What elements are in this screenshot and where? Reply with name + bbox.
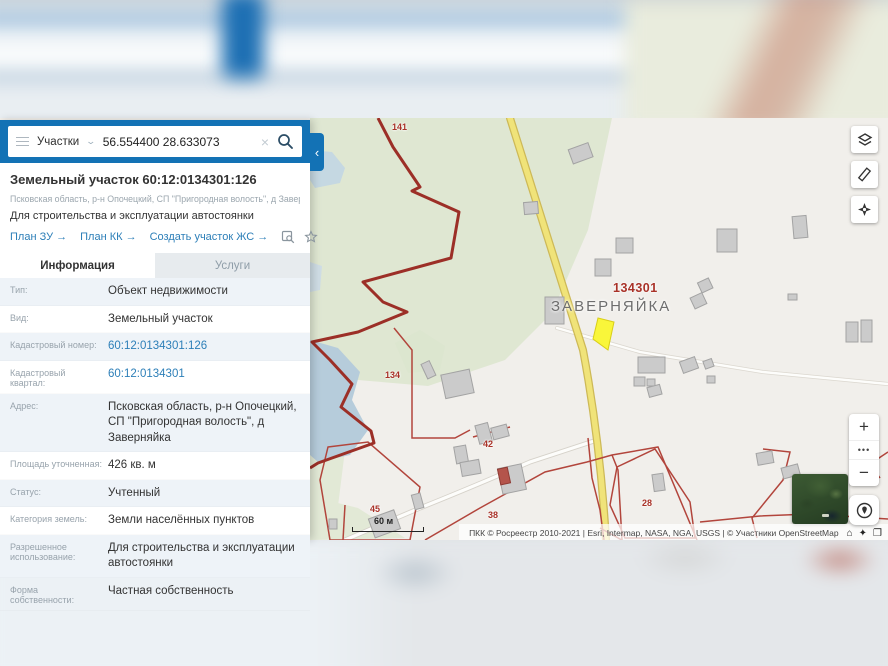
map-label-141: 141 [392,122,407,132]
info-row-label: Статус: [0,486,108,502]
info-row-value: Объект недвижимости [108,284,310,300]
parcel-title: Земельный участок 60:12:0134301:126 [10,172,300,187]
map-label-134301: 134301 [613,281,658,295]
collapse-panel-button[interactable]: ‹ [310,133,324,171]
info-row-value-link[interactable]: 60:12:0134301 [108,367,310,388]
map-label-28: 28 [642,498,652,508]
info-row: Адрес:Псковская область, р-н Опочецкий, … [0,394,310,453]
panel-body: Земельный участок 60:12:0134301:126 Пско… [0,163,310,611]
info-row: Площадь уточненная:426 кв. м [0,452,310,480]
layers-button[interactable] [851,126,878,153]
info-row-label: Площадь уточненная: [0,458,108,474]
blurred-blue-element [222,0,264,78]
info-row-value: Земли населённых пунктов [108,513,310,529]
search-box: Участки ⌄ × [8,126,302,157]
map-label-38: 38 [488,510,498,520]
plan-zu-link[interactable]: План ЗУ → [10,231,67,243]
menu-icon[interactable] [16,137,29,147]
info-row-value-link[interactable]: 60:12:0134301:126 [108,339,310,355]
zoom-in-button[interactable]: + [849,414,879,440]
scale-label: 60 м [374,516,424,526]
attribution-text: ПКК © Росреестр 2010-2021 | Esri, Interm… [469,528,839,538]
info-row-value: Учтенный [108,486,310,502]
info-row: Статус:Учтенный [0,480,310,508]
tab-information[interactable]: Информация [0,253,155,278]
chevron-down-icon[interactable]: ⌄ [86,136,97,147]
geolocate-icon [856,502,873,519]
info-row-label: Кадастровый квартал: [0,367,108,388]
info-row: Вид:Земельный участок [0,306,310,334]
info-row: Разрешенное использование:Для строительс… [0,535,310,578]
info-row-label: Кадастровый номер: [0,339,108,355]
map-label-45: 45 [370,504,380,514]
info-row-label: Разрешенное использование: [0,541,108,572]
info-panel: Участки ⌄ × ‹ Земельный участок 60:12:01… [0,120,310,540]
crosshair-icon [857,202,872,217]
layers-icon [857,132,873,148]
zoom-to-object-icon[interactable] [281,230,295,244]
overview-minimap[interactable] [792,474,848,524]
parcel-links-row: План ЗУ → План КК → Создать участок ЖС → [10,230,300,244]
info-row-value: Псковская область, р-н Опочецкий, СП "Пр… [108,400,310,447]
info-row-label: Категория земель: [0,513,108,529]
zoom-out-button[interactable]: − [849,460,879,486]
search-input[interactable] [103,135,253,149]
attribution-bar: ПКК © Росреестр 2010-2021 | Esri, Interm… [459,524,888,540]
clear-icon[interactable]: × [261,134,269,150]
info-table: Тип:Объект недвижимостиВид:Земельный уча… [0,278,310,611]
measure-button[interactable] [851,161,878,188]
home-icon[interactable]: ⌂ [847,528,853,539]
tab-services[interactable]: Услуги [155,253,310,278]
position-button[interactable] [851,196,878,223]
zoom-control: + ••• − [849,414,879,486]
screenshot-icon[interactable]: ❐ [873,528,882,539]
favorite-star-icon[interactable] [304,230,318,244]
zoom-levels-button[interactable]: ••• [849,440,879,460]
create-js-link[interactable]: Создать участок ЖС → [150,231,269,243]
info-row: Тип:Объект недвижимости [0,278,310,306]
blurred-background-top-right [625,0,888,133]
geolocate-button[interactable] [849,495,879,525]
search-icon[interactable] [277,133,294,150]
parcel-usage-line: Для строительства и эксплуатации автосто… [10,210,300,222]
info-row-value: Земельный участок [108,312,310,328]
info-row-label: Форма собственности: [0,584,108,605]
ruler-icon [857,167,872,182]
map-label-заверняйка: ЗАВЕРНЯЙКА [551,298,671,315]
map-label-134: 134 [385,370,400,380]
info-row: Категория земель:Земли населённых пункто… [0,507,310,535]
info-row-label: Вид: [0,312,108,328]
app-window: ❯ [0,0,888,666]
info-row: Форма собственности:Частная собственност… [0,578,310,611]
plan-kk-link[interactable]: План КК → [80,231,136,243]
panel-tabs: Информация Услуги [0,253,310,278]
scale-bar: 60 м [352,516,424,532]
search-header: Участки ⌄ × [0,120,310,163]
compass-icon[interactable]: ✦ [859,528,867,539]
info-row-value: Частная собственность [108,584,310,605]
info-row-label: Адрес: [0,400,108,447]
info-row-value: Для строительства и эксплуатации автосто… [108,541,310,572]
info-row: Кадастровый квартал:60:12:0134301 [0,361,310,394]
map-label-42: 42 [483,439,493,449]
info-row-label: Тип: [0,284,108,300]
info-row: Кадастровый номер:60:12:0134301:126 [0,333,310,361]
search-category-select[interactable]: Участки [37,136,79,148]
parcel-address-subtitle: Псковская область, р-н Опочецкий, СП "Пр… [10,194,300,204]
info-row-value: 426 кв. м [108,458,310,474]
